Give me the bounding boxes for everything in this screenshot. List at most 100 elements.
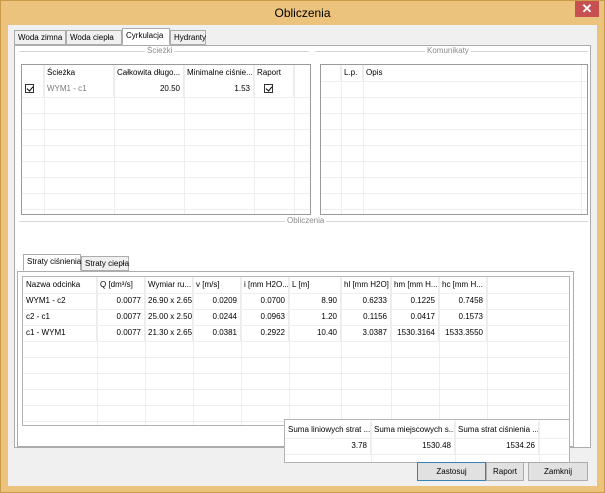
header-hl[interactable]: hl [mm H2O] [341, 277, 391, 293]
tab-woda-ciepla[interactable]: Woda ciepła [66, 30, 122, 45]
segment-hl: 3.0387 [341, 325, 391, 341]
close-button[interactable]: Zamknij [528, 462, 588, 481]
segment-hc: 1533.3550 [439, 325, 487, 341]
header-total-length[interactable]: Całkowita długo... [114, 65, 184, 81]
grid-line [184, 65, 185, 214]
grid-line [321, 177, 587, 178]
grid-line [371, 420, 372, 462]
report-button[interactable]: Raport [486, 462, 524, 481]
segment-length: 1.20 [289, 309, 341, 325]
grid-line [193, 277, 194, 425]
grid-line [285, 438, 569, 439]
grid-line [44, 65, 45, 214]
segment-hl: 0.1156 [341, 309, 391, 325]
header-hm[interactable]: hm [mm H... [391, 277, 439, 293]
segment-name: c2 - c1 [23, 309, 97, 325]
pressure-losses-page: Nazwa odcinka Q [dm³/s] Wymiar ru... v [… [17, 271, 574, 463]
row-select-checkbox[interactable] [22, 81, 44, 97]
grid-line [539, 420, 540, 462]
segment-hl: 0.6233 [341, 293, 391, 309]
segment-hc: 0.7458 [439, 293, 487, 309]
segment-flow: 0.0077 [97, 309, 145, 325]
grid-line [321, 161, 587, 162]
segment-length: 8.90 [289, 293, 341, 309]
grid-line [285, 454, 569, 455]
grid-line [321, 129, 587, 130]
header-description[interactable]: Opis [363, 65, 587, 81]
header-min-pressure[interactable]: Minimalne ciśnie... [184, 65, 254, 81]
tab-woda-zimna[interactable]: Woda zimna [14, 30, 66, 45]
checkbox-checked-icon[interactable] [264, 84, 273, 94]
header-unit-loss[interactable]: i [mm H2O... [241, 277, 289, 293]
segment-name: WYM1 - c2 [23, 293, 97, 309]
window-title: Obliczenia [274, 6, 331, 20]
segment-pipe-size: 21.30 x 2.65 [145, 325, 193, 341]
grid-line [241, 277, 242, 425]
grid-line [22, 129, 310, 130]
grid-line [321, 193, 587, 194]
calculations-section-label: Obliczenia [285, 216, 327, 225]
header-velocity[interactable]: v [m/s] [193, 277, 241, 293]
grid-line [22, 161, 310, 162]
header-report[interactable]: Raport [254, 65, 294, 81]
grid-line [391, 277, 392, 425]
segment-name: c1 - WYM1 [23, 325, 97, 341]
header-sum-linear[interactable]: Suma liniowych strat ... [285, 422, 371, 438]
header-sum-local[interactable]: Suma miejscowych s... [371, 422, 455, 438]
tab-pressure-losses[interactable]: Straty ciśnienia [23, 254, 81, 271]
grid-line [321, 97, 587, 98]
segment-pipe-size: 25.00 x 2.50 [145, 309, 193, 325]
grid-line [455, 420, 456, 462]
grid-line [22, 145, 310, 146]
tab-hydranty[interactable]: Hydranty [170, 30, 206, 45]
grid-line [289, 277, 290, 425]
segment-velocity: 0.0209 [193, 293, 241, 309]
cyrkulacja-page: Ścieżki Ścieżka Całkowita długo... Minim… [14, 45, 591, 463]
grid-line [97, 277, 98, 425]
grid-line [321, 145, 587, 146]
report-checkbox[interactable] [254, 81, 294, 97]
header-segment-name[interactable]: Nazwa odcinka [23, 277, 97, 293]
header-lp[interactable]: L.p. [341, 65, 363, 81]
segment-flow: 0.0077 [97, 293, 145, 309]
segment-unit-loss: 0.0700 [241, 293, 289, 309]
summary-table[interactable]: Suma liniowych strat ... Suma miejscowyc… [284, 419, 570, 463]
segment-hm: 1530.3164 [391, 325, 439, 341]
grid-line [22, 209, 310, 210]
header-path[interactable]: Ścieżka [44, 65, 114, 81]
tab-heat-losses[interactable]: Straty ciepła [81, 256, 129, 271]
tab-cyrkulacja[interactable]: Cyrkulacja [122, 28, 170, 45]
messages-table[interactable]: L.p. Opis [320, 64, 588, 215]
segment-velocity: 0.0381 [193, 325, 241, 341]
paths-table[interactable]: Ścieżka Całkowita długo... Minimalne ciś… [21, 64, 311, 215]
grid-line [145, 277, 146, 425]
sum-linear-value: 3.78 [285, 438, 371, 454]
grid-line [321, 209, 587, 210]
checkbox-checked-icon[interactable] [25, 84, 34, 94]
header-flow[interactable]: Q [dm³/s] [97, 277, 145, 293]
segment-unit-loss: 0.2922 [241, 325, 289, 341]
segment-flow: 0.0077 [97, 325, 145, 341]
header-length[interactable]: L [m] [289, 277, 341, 293]
grid-line [487, 277, 488, 425]
grid-line [22, 177, 310, 178]
segment-length: 10.40 [289, 325, 341, 341]
close-icon[interactable]: ✕ [575, 1, 599, 17]
segment-hm: 0.1225 [391, 293, 439, 309]
header-hc[interactable]: hc [mm H... [439, 277, 487, 293]
losses-table[interactable]: Nazwa odcinka Q [dm³/s] Wymiar ru... v [… [22, 276, 570, 426]
grid-line [254, 65, 255, 214]
header-pipe-size[interactable]: Wymiar ru... [145, 277, 193, 293]
path-length: 20.50 [114, 81, 184, 97]
grid-line [294, 65, 295, 214]
grid-line [581, 65, 582, 214]
segment-pipe-size: 26.90 x 2.65 [145, 293, 193, 309]
grid-line [22, 113, 310, 114]
path-pressure: 1.53 [184, 81, 254, 97]
calculations-window: Obliczenia ✕ Woda zimna Woda ciepła Cyrk… [0, 0, 605, 493]
segment-velocity: 0.0244 [193, 309, 241, 325]
grid-line [439, 277, 440, 425]
header-sum-total[interactable]: Suma strat ciśnienia ... [455, 422, 539, 438]
apply-button[interactable]: Zastosuj [417, 462, 486, 481]
segment-hm: 0.0417 [391, 309, 439, 325]
